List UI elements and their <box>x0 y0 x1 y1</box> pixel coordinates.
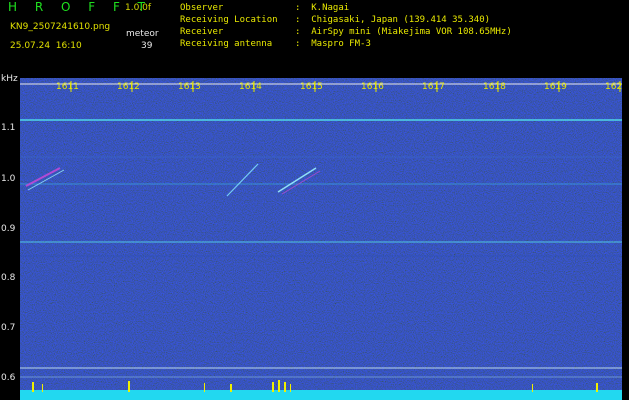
datetime-label: 25.07.24 16:10 <box>10 41 82 51</box>
meta-value-location: : Chigasaki, Japan (139.414 35.340) <box>295 15 491 25</box>
y-tick-label: 0.6 <box>1 373 16 383</box>
x-tick-label: 1620 <box>605 82 622 92</box>
meta-value-antenna: : Maspro FM-3 <box>295 39 371 49</box>
meta-label-receiver: Receiver <box>180 27 224 37</box>
spectrogram: 1611 1612 1613 1614 1615 1616 1617 1618 1619 1620 <box>20 78 622 400</box>
y-tick-label: 1.1 <box>1 123 16 133</box>
x-tick-label: 1615 <box>300 82 323 92</box>
meta-value-receiver: : AirSpy mini (Miakejima VOR 108.65MHz) <box>295 27 512 37</box>
meta-label-antenna: Receiving antenna <box>180 39 273 49</box>
y-tick-label: 0.7 <box>1 323 16 333</box>
y-tick-label: 0.8 <box>1 273 16 283</box>
x-tick-label: 1613 <box>178 82 201 92</box>
count-label: 39 <box>141 41 153 51</box>
noise-floor-band <box>20 390 622 400</box>
spectrogram-noise <box>20 78 622 400</box>
y-unit-label: kHz <box>1 74 18 84</box>
x-tick-label: 1618 <box>483 82 506 92</box>
mode-label: meteor <box>126 29 159 39</box>
x-tick-label: 1612 <box>117 82 140 92</box>
x-tick-label: 1617 <box>422 82 445 92</box>
y-tick-label: 0.9 <box>1 224 16 234</box>
meta-value-observer: : K.Nagai <box>295 3 350 13</box>
meta-label-observer: Observer <box>180 3 224 13</box>
x-tick-label: 1611 <box>56 82 79 92</box>
x-tick-label: 1616 <box>361 82 384 92</box>
filename-label: KN9_2507241610.png <box>10 22 111 32</box>
meta-label-location: Receiving Location <box>180 15 278 25</box>
y-tick-label: 1.0 <box>1 174 16 184</box>
version-label: 1.0.0f <box>125 3 152 13</box>
x-tick-label: 1619 <box>544 82 567 92</box>
header-panel: H R O F F T 1.0.0f KN9_2507241610.png me… <box>0 0 629 84</box>
x-tick-label: 1614 <box>239 82 262 92</box>
